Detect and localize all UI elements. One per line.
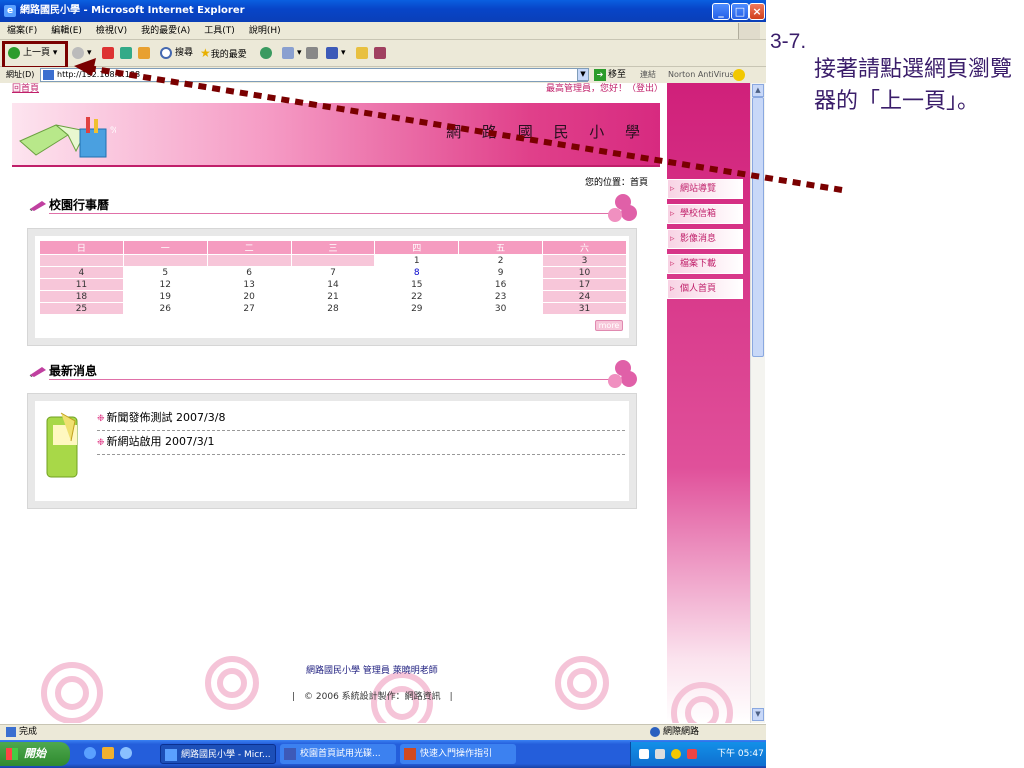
- pointer-arrow: [74, 58, 843, 193]
